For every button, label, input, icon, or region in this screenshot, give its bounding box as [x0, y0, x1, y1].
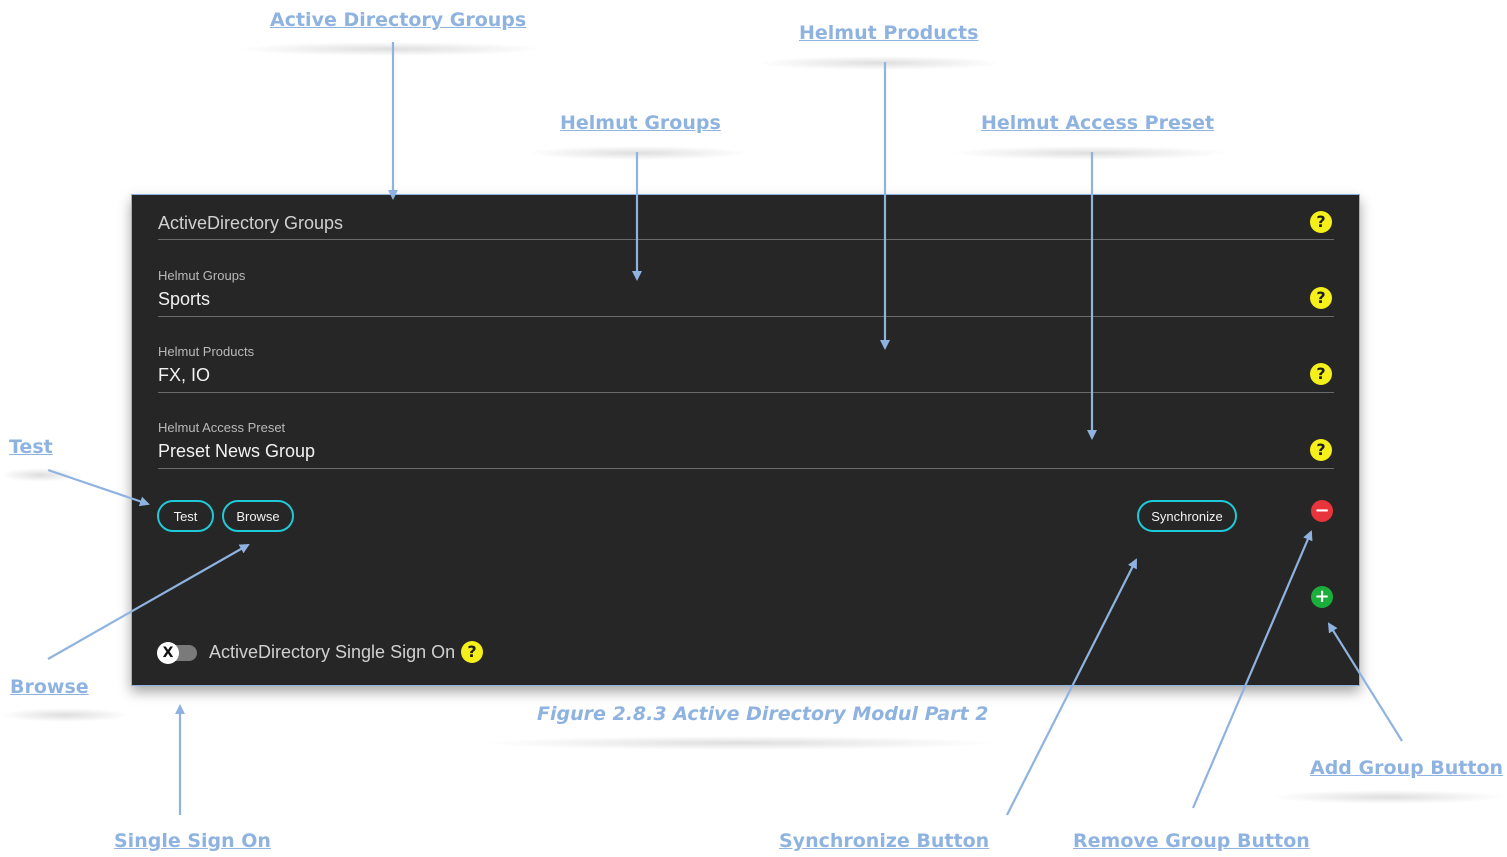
- helmut-access-preset-field[interactable]: Helmut Access Preset Preset News Group ?: [158, 392, 1334, 469]
- synchronize-button[interactable]: Synchronize: [1137, 500, 1237, 532]
- help-icon[interactable]: ?: [461, 641, 483, 663]
- callout-remove-group-button[interactable]: Remove Group Button: [1073, 830, 1310, 852]
- single-sign-on-label: ActiveDirectory Single Sign On: [209, 642, 456, 662]
- test-button[interactable]: Test: [157, 500, 214, 532]
- helmut-groups-value[interactable]: Sports: [158, 289, 210, 310]
- help-icon[interactable]: ?: [1310, 287, 1332, 309]
- callout-active-directory-groups[interactable]: Active Directory Groups: [270, 9, 526, 31]
- callout-single-sign-on[interactable]: Single Sign On: [114, 830, 271, 852]
- active-directory-panel: ActiveDirectory Groups ? Helmut Groups S…: [131, 194, 1360, 686]
- section-title: ActiveDirectory Groups: [158, 213, 344, 233]
- callout-helmut-access-preset[interactable]: Helmut Access Preset: [981, 112, 1214, 134]
- remove-group-button[interactable]: −: [1311, 500, 1333, 522]
- help-icon[interactable]: ?: [1310, 211, 1332, 233]
- section-header: ActiveDirectory Groups ?: [158, 195, 1334, 240]
- help-icon[interactable]: ?: [1310, 439, 1332, 461]
- callout-helmut-products[interactable]: Helmut Products: [799, 22, 978, 44]
- helmut-access-preset-value[interactable]: Preset News Group: [158, 441, 315, 462]
- single-sign-on-toggle[interactable]: X: [157, 642, 199, 664]
- callout-add-group-button[interactable]: Add Group Button: [1310, 757, 1503, 779]
- helmut-groups-field[interactable]: Helmut Groups Sports ?: [158, 239, 1334, 317]
- helmut-products-value[interactable]: FX, IO: [158, 365, 210, 386]
- callout-helmut-groups[interactable]: Helmut Groups: [560, 112, 721, 134]
- helmut-products-field[interactable]: Helmut Products FX, IO ?: [158, 316, 1334, 393]
- figure-caption: Figure 2.8.3 Active Directory Modul Part…: [537, 703, 989, 725]
- toggle-knob: X: [157, 642, 179, 664]
- helmut-products-label: Helmut Products: [158, 344, 255, 359]
- add-group-button[interactable]: +: [1311, 586, 1333, 608]
- callout-synchronize-button[interactable]: Synchronize Button: [779, 830, 989, 852]
- callout-test[interactable]: Test: [9, 436, 53, 458]
- helmut-access-preset-label: Helmut Access Preset: [158, 420, 286, 435]
- help-icon[interactable]: ?: [1310, 363, 1332, 385]
- browse-button[interactable]: Browse: [222, 500, 294, 532]
- helmut-groups-label: Helmut Groups: [158, 268, 246, 283]
- callout-browse[interactable]: Browse: [10, 676, 89, 698]
